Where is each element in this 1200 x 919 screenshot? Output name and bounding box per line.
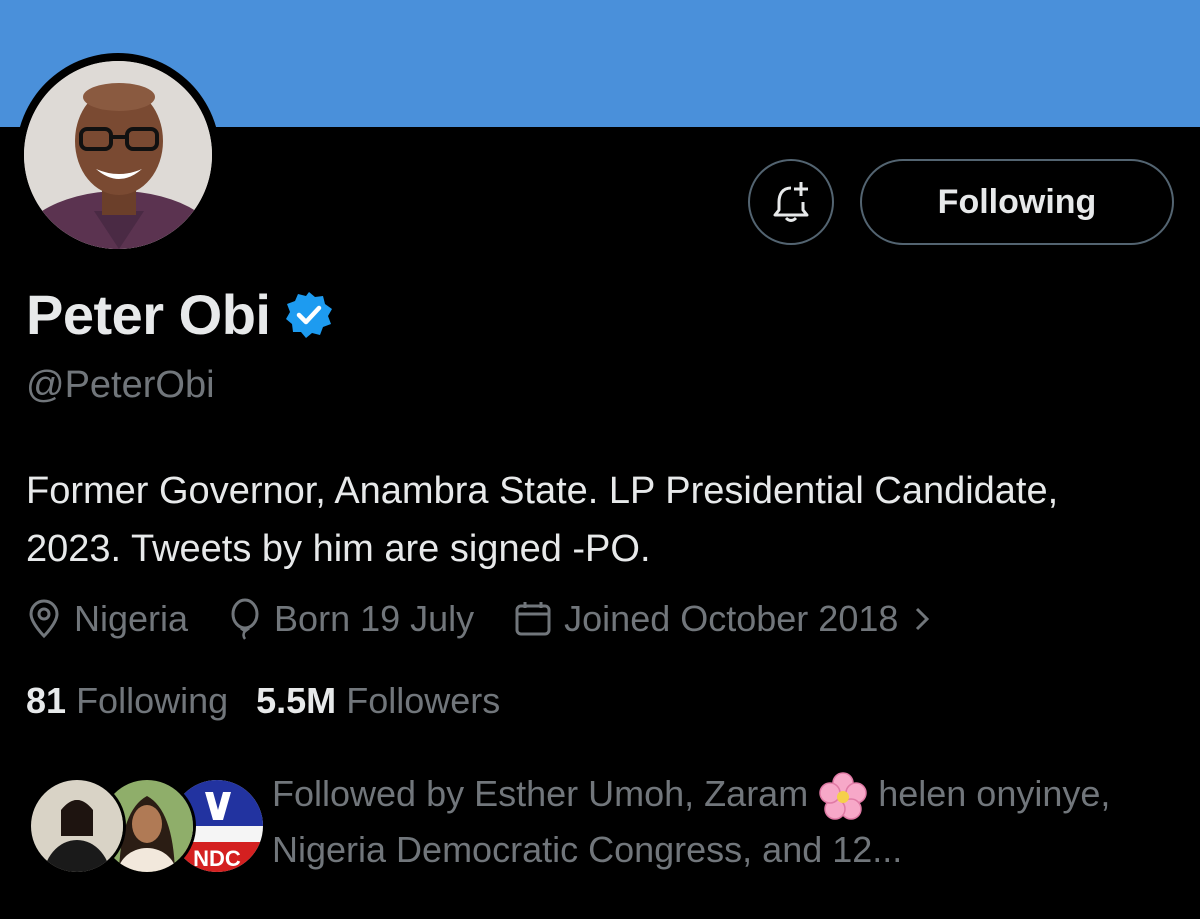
location-item: Nigeria bbox=[26, 598, 188, 640]
verified-badge-icon[interactable] bbox=[284, 290, 334, 340]
followers-count: 5.5M bbox=[256, 680, 337, 721]
notifications-button[interactable] bbox=[748, 159, 834, 245]
profile-name-row: Peter Obi bbox=[26, 282, 334, 347]
location-text: Nigeria bbox=[74, 598, 189, 639]
following-button[interactable]: Following bbox=[860, 159, 1174, 245]
avatar-photo bbox=[24, 61, 212, 249]
follower-avatar bbox=[28, 777, 126, 875]
joined-text: Joined October 2018 bbox=[564, 598, 899, 639]
profile-handle: @PeterObi bbox=[26, 364, 215, 406]
chevron-right-icon[interactable] bbox=[912, 604, 932, 634]
birthday-item: Born 19 July bbox=[228, 598, 474, 640]
followed-by-text-part1: Followed by Esther Umoh, Zaram bbox=[272, 773, 809, 814]
profile-avatar[interactable] bbox=[16, 53, 220, 257]
profile-bio: Former Governor, Anambra State. LP Presi… bbox=[26, 470, 1059, 570]
following-label: Following bbox=[76, 680, 229, 721]
cherry-blossom-icon bbox=[819, 772, 867, 821]
profile-stats: 81 Following 5.5M Followers bbox=[26, 680, 528, 722]
location-pin-icon bbox=[29, 599, 59, 639]
balloon-icon bbox=[231, 598, 259, 640]
following-count: 81 bbox=[26, 680, 67, 721]
following-stat[interactable]: 81 Following bbox=[26, 680, 228, 722]
followed-by-text[interactable]: Followed by Esther Umoh, Zaram helen ony… bbox=[272, 766, 1152, 878]
followers-label: Followers bbox=[346, 680, 501, 721]
followers-stat[interactable]: 5.5M Followers bbox=[256, 680, 500, 722]
profile-name: Peter Obi bbox=[26, 283, 271, 346]
calendar-icon bbox=[515, 602, 551, 636]
svg-text:NDC: NDC bbox=[193, 846, 241, 871]
followed-by-avatars[interactable]: NDC bbox=[28, 777, 266, 875]
profile-meta: Nigeria Born 19 July Joined October 2018 bbox=[26, 598, 932, 640]
bell-plus-icon bbox=[773, 182, 809, 222]
birthday-text: Born 19 July bbox=[274, 598, 475, 639]
joined-item: Joined October 2018 bbox=[514, 598, 898, 640]
